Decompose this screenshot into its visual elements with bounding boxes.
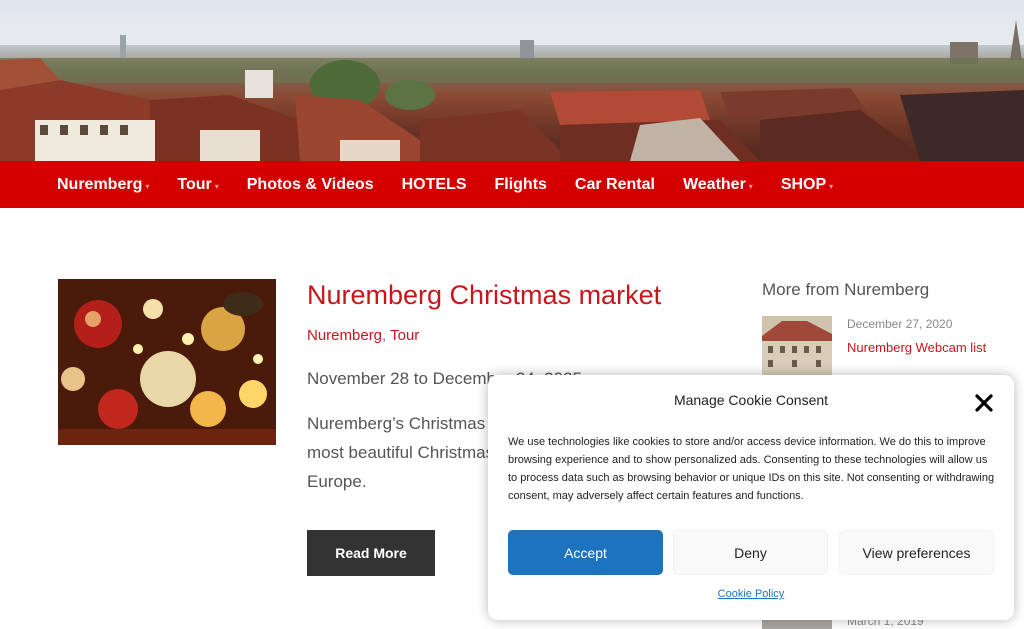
close-icon[interactable] xyxy=(972,391,996,415)
sidebar-item-date: December 27, 2020 xyxy=(847,317,953,331)
accept-button[interactable]: Accept xyxy=(508,530,663,575)
nav-item-label: HOTELS xyxy=(401,175,467,193)
nav-item-label: Nuremberg xyxy=(57,175,143,193)
deny-button[interactable]: Deny xyxy=(673,530,828,575)
nav-menu: Nuremberg ▾ Tour ▾ Photos & Videos HOTEL… xyxy=(57,161,861,208)
nav-item-car-rental[interactable]: Car Rental xyxy=(575,161,655,208)
caret-down-icon: ▾ xyxy=(214,181,219,191)
nav-item-label: Car Rental xyxy=(574,175,655,193)
nav-item-label: Photos & Videos xyxy=(246,175,374,193)
category-separator: , xyxy=(382,327,387,344)
sidebar-item-title-link[interactable]: Nuremberg Webcam list xyxy=(847,339,987,357)
view-preferences-button[interactable]: View preferences xyxy=(839,530,994,575)
cookie-dialog-title: Manage Cookie Consent xyxy=(673,392,829,408)
sidebar-title: More from Nuremberg xyxy=(762,280,930,299)
nav-item-label: Flights xyxy=(494,175,547,193)
category-link-nuremberg[interactable]: Nuremberg xyxy=(307,327,382,344)
header-panorama-image xyxy=(0,0,1024,161)
nav-item-photos-videos[interactable]: Photos & Videos xyxy=(247,161,374,208)
main-navigation: Nuremberg ▾ Tour ▾ Photos & Videos HOTEL… xyxy=(0,161,1024,208)
nav-item-label: SHOP xyxy=(780,175,827,193)
caret-down-icon: ▾ xyxy=(145,181,150,191)
sidebar-item-thumbnail[interactable] xyxy=(762,316,832,376)
nav-item-tour[interactable]: Tour ▾ xyxy=(177,161,218,208)
nav-item-flights[interactable]: Flights xyxy=(494,161,546,208)
nav-item-label: Tour xyxy=(177,175,212,193)
post-thumbnail-christmas-market[interactable] xyxy=(58,279,276,445)
nav-item-hotels[interactable]: HOTELS xyxy=(402,161,467,208)
cookie-consent-dialog: Manage Cookie Consent We use technologie… xyxy=(488,375,1014,620)
post-categories: Nuremberg, Tour xyxy=(307,327,419,344)
category-link-tour[interactable]: Tour xyxy=(390,327,419,344)
nav-item-shop[interactable]: SHOP ▾ xyxy=(781,161,833,208)
nav-item-label: Weather xyxy=(682,175,746,193)
post-title[interactable]: Nuremberg Christmas market xyxy=(307,280,661,311)
cookie-policy-link[interactable]: Cookie Policy xyxy=(488,588,1014,600)
caret-down-icon: ▾ xyxy=(829,181,834,191)
caret-down-icon: ▾ xyxy=(748,181,753,191)
cookie-dialog-text: We use technologies like cookies to stor… xyxy=(508,436,995,502)
nav-item-weather[interactable]: Weather ▾ xyxy=(683,161,753,208)
nav-item-nuremberg[interactable]: Nuremberg ▾ xyxy=(57,161,149,208)
read-more-button[interactable]: Read More xyxy=(307,530,435,576)
